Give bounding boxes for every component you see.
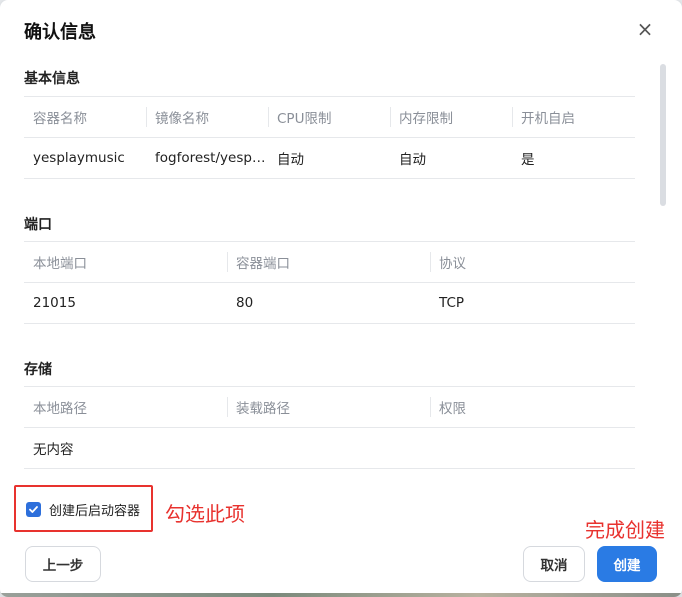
scrollbar[interactable] — [660, 62, 668, 467]
previous-step-button[interactable]: 上一步 — [25, 546, 101, 582]
header-container-port: 容器端口 — [227, 241, 430, 283]
table-header-row: 容器名称 镜像名称 CPU限制 内存限制 开机自启 — [24, 96, 635, 138]
annotation-highlight-box — [14, 485, 153, 532]
cell-container-name: yesplaymusic — [24, 137, 146, 179]
empty-text: 无内容 — [24, 427, 635, 469]
basic-info-table: 容器名称 镜像名称 CPU限制 内存限制 开机自启 yesplaymusic f… — [24, 96, 635, 179]
cell-cpu-limit: 自动 — [268, 137, 390, 179]
cell-container-port: 80 — [227, 282, 430, 324]
section-title-ports: 端口 — [24, 217, 52, 233]
section-title-basic: 基本信息 — [24, 71, 80, 87]
close-icon[interactable]: × — [634, 18, 656, 40]
cell-autostart: 是 — [512, 137, 635, 179]
cell-protocol: TCP — [430, 282, 635, 324]
cancel-button[interactable]: 取消 — [523, 546, 585, 582]
header-image-name: 镜像名称 — [146, 96, 268, 138]
table-header-row: 本地路径 装载路径 权限 — [24, 386, 635, 428]
background-strip — [0, 593, 682, 597]
cell-memory-limit: 自动 — [390, 137, 512, 179]
create-button[interactable]: 创建 — [597, 546, 657, 582]
table-row: yesplaymusic fogforest/yespl... 自动 自动 是 — [24, 137, 635, 179]
dialog-title: 确认信息 — [24, 22, 96, 43]
header-cpu-limit: CPU限制 — [268, 96, 390, 138]
header-permission: 权限 — [430, 386, 635, 428]
header-container-name: 容器名称 — [24, 96, 146, 138]
ports-table: 本地端口 容器端口 协议 21015 80 TCP — [24, 241, 635, 324]
header-protocol: 协议 — [430, 241, 635, 283]
storage-table: 本地路径 装载路径 权限 无内容 — [24, 386, 635, 469]
table-header-row: 本地端口 容器端口 协议 — [24, 241, 635, 283]
table-row: 无内容 — [24, 427, 635, 469]
annotation-create-hint: 完成创建 — [585, 518, 665, 542]
header-autostart: 开机自启 — [512, 96, 635, 138]
section-title-storage: 存储 — [24, 362, 52, 378]
header-mount-path: 装载路径 — [227, 386, 430, 428]
dialog-content: 基本信息 容器名称 镜像名称 CPU限制 内存限制 开机自启 yesplaymu… — [24, 62, 636, 472]
header-memory-limit: 内存限制 — [390, 96, 512, 138]
confirm-dialog: 确认信息 × 基本信息 容器名称 镜像名称 CPU限制 内存限制 开机自启 ye… — [0, 0, 682, 597]
scrollbar-thumb[interactable] — [660, 64, 666, 206]
table-row: 21015 80 TCP — [24, 282, 635, 324]
cell-local-port: 21015 — [24, 282, 227, 324]
cell-image-name: fogforest/yespl... — [146, 137, 268, 179]
header-local-path: 本地路径 — [24, 386, 227, 428]
header-local-port: 本地端口 — [24, 241, 227, 283]
annotation-check-hint: 勾选此项 — [165, 502, 245, 526]
